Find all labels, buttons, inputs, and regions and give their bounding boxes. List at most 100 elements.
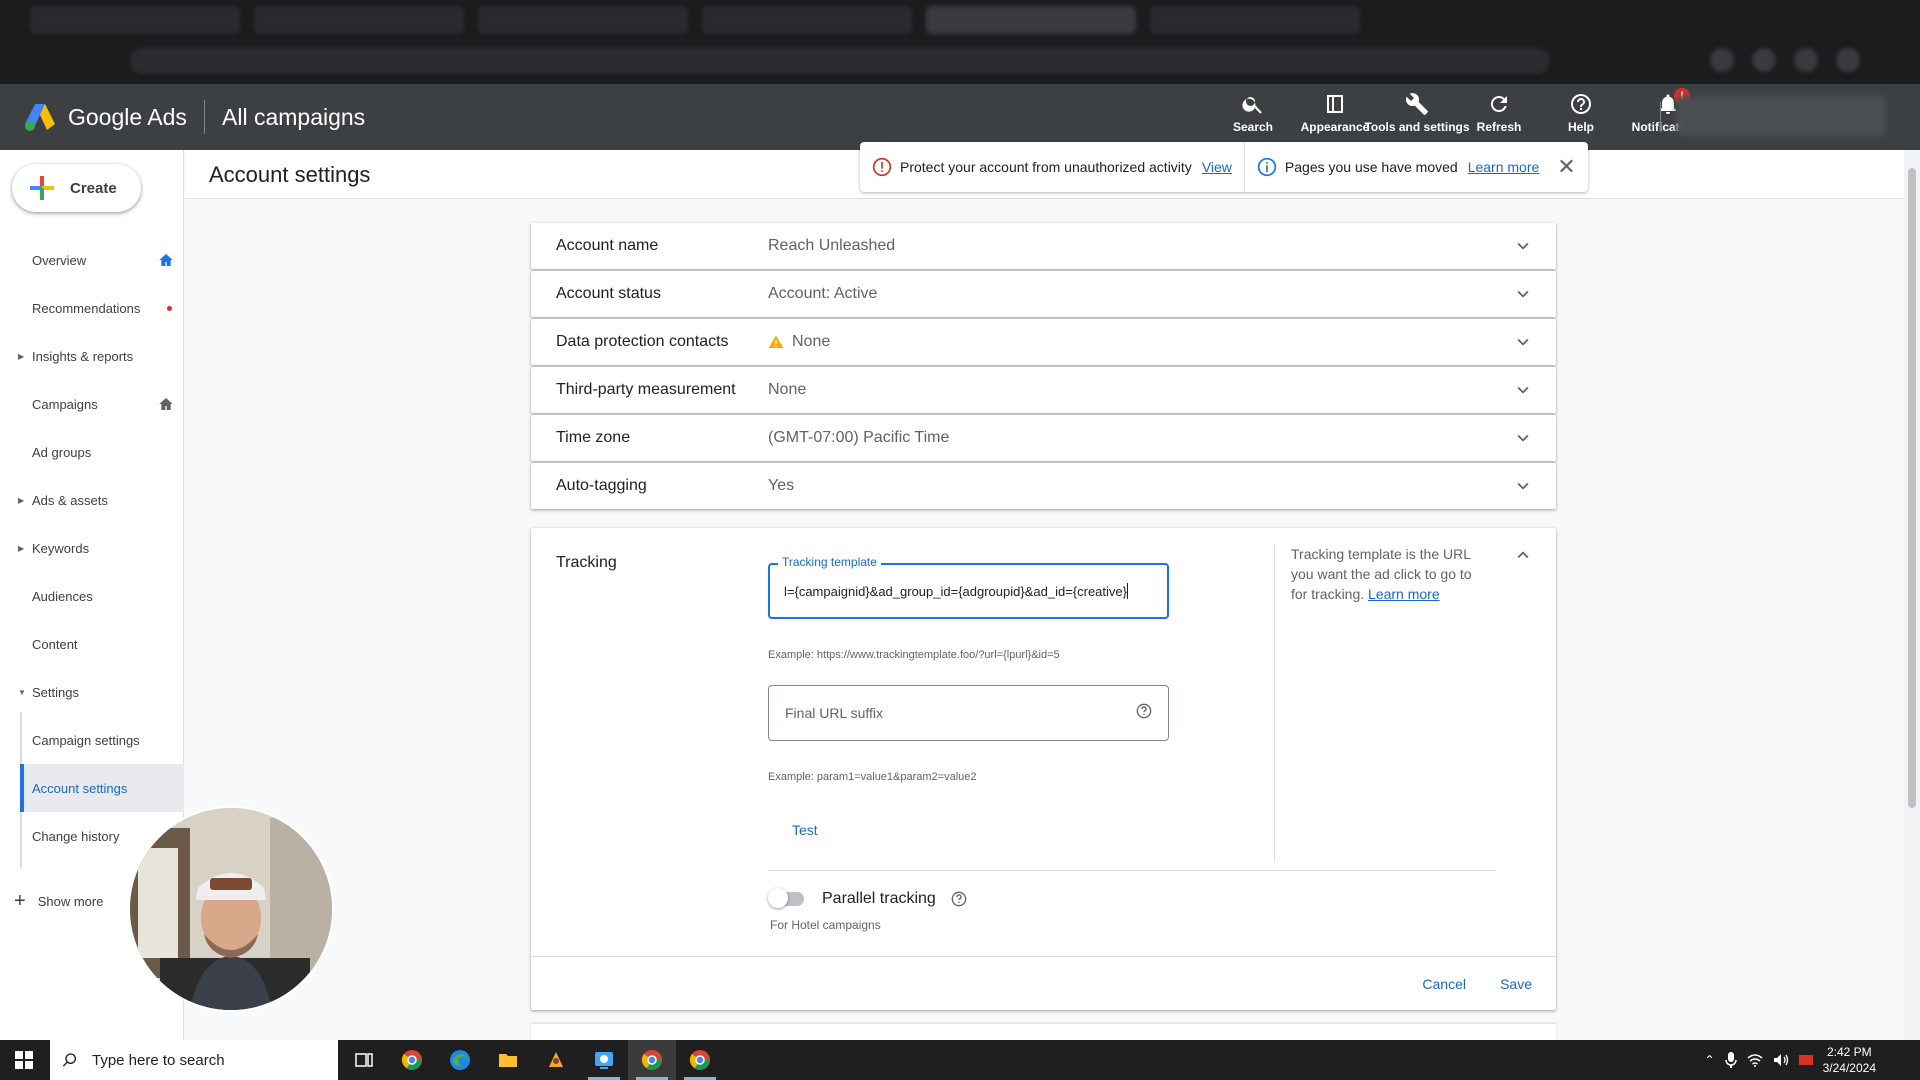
browser-tab[interactable] bbox=[1150, 6, 1360, 34]
tracking-card: Tracking l={campaignid}&ad_group_id={adg… bbox=[531, 528, 1556, 1010]
info-icon bbox=[1257, 157, 1277, 177]
search-button[interactable]: Search bbox=[1212, 92, 1294, 134]
taskbar-edge[interactable] bbox=[436, 1040, 484, 1080]
browser-tab[interactable] bbox=[702, 6, 912, 34]
taskbar-app[interactable] bbox=[532, 1040, 580, 1080]
page-scrollbar[interactable] bbox=[1904, 150, 1920, 1040]
taskbar-clock[interactable]: 2:42 PM 3/24/2024 bbox=[1823, 1044, 1876, 1076]
taskbar-chrome-profile-2[interactable] bbox=[676, 1040, 724, 1080]
sidebar-item-label: Overview bbox=[32, 252, 87, 268]
presenter-image bbox=[130, 808, 332, 1010]
setting-row-data-protection[interactable]: Data protection contacts None bbox=[531, 319, 1556, 365]
text-caret bbox=[1126, 583, 1128, 599]
taskbar-file-explorer[interactable] bbox=[484, 1040, 532, 1080]
extension-icon[interactable] bbox=[1752, 48, 1776, 72]
final-url-suffix-placeholder: Final URL suffix bbox=[785, 705, 884, 721]
recommendations-dot bbox=[167, 305, 172, 311]
close-icon[interactable]: ✕ bbox=[1557, 154, 1575, 180]
chevron-up-icon[interactable] bbox=[1512, 544, 1534, 566]
chevron-down-icon bbox=[1517, 338, 1529, 346]
cancel-button[interactable]: Cancel bbox=[1422, 976, 1466, 992]
sidebar-item-label: Ads & assets bbox=[32, 492, 108, 508]
sidebar-item-campaign-settings[interactable]: Campaign settings bbox=[0, 716, 184, 764]
sidebar-item-label: Settings bbox=[32, 684, 79, 700]
wifi-icon[interactable] bbox=[1747, 1053, 1763, 1067]
start-button[interactable] bbox=[0, 1040, 48, 1080]
page-title: Account settings bbox=[209, 162, 371, 187]
browser-tab[interactable] bbox=[254, 6, 464, 34]
sidebar-item-campaigns[interactable]: Campaigns bbox=[0, 380, 184, 428]
sidebar-item-account-settings[interactable]: Account settings bbox=[20, 764, 184, 812]
sidebar-item-audiences[interactable]: Audiences bbox=[0, 572, 184, 620]
wrench-icon bbox=[1405, 93, 1428, 115]
setting-value: None bbox=[768, 381, 807, 398]
sidebar-item-ads-assets[interactable]: ▶ Ads & assets bbox=[0, 476, 184, 524]
google-ads-logo-icon[interactable] bbox=[24, 102, 56, 132]
browser-tab-active[interactable] bbox=[926, 6, 1136, 34]
parallel-tracking-toggle[interactable] bbox=[768, 888, 806, 908]
profile-icon[interactable] bbox=[1836, 48, 1860, 72]
setting-value: None bbox=[792, 333, 831, 350]
video-app-icon bbox=[595, 1052, 613, 1069]
sidebar-item-ad-groups[interactable]: Ad groups bbox=[0, 428, 184, 476]
tracking-template-input[interactable]: l={campaignid}&ad_group_id={adgroupid}&a… bbox=[768, 563, 1169, 619]
brand-name: Google Ads bbox=[68, 104, 187, 130]
help-button[interactable]: Help bbox=[1540, 92, 1622, 134]
collapse-arrow-icon: ▼ bbox=[18, 687, 26, 697]
sidebar-item-label: Insights & reports bbox=[32, 348, 134, 364]
sidebar-item-overview[interactable]: Overview bbox=[0, 236, 184, 284]
tracking-template-value: l={campaignid}&ad_group_id={adgroupid}&a… bbox=[784, 583, 1127, 599]
browser-tab[interactable] bbox=[30, 6, 240, 34]
task-view-button[interactable] bbox=[340, 1040, 388, 1080]
setting-value-wrap: None bbox=[768, 333, 830, 351]
browser-chrome bbox=[0, 0, 1920, 84]
taskbar-search[interactable]: Type here to search bbox=[50, 1040, 338, 1080]
setting-row-auto-tagging[interactable]: Auto-tagging Yes bbox=[531, 463, 1556, 509]
final-url-suffix-input[interactable]: Final URL suffix bbox=[768, 685, 1169, 741]
microphone-icon[interactable] bbox=[1724, 1052, 1737, 1068]
sidebar-item-recommendations[interactable]: Recommendations bbox=[0, 284, 184, 332]
account-switcher[interactable] bbox=[1676, 96, 1886, 136]
volume-icon[interactable] bbox=[1773, 1053, 1789, 1067]
refresh-button[interactable]: Refresh bbox=[1458, 92, 1540, 134]
chevron-down-icon bbox=[1517, 290, 1529, 298]
extension-icon[interactable] bbox=[1710, 48, 1734, 72]
sidebar-item-insights[interactable]: ▶ Insights & reports bbox=[0, 332, 184, 380]
tray-expand-icon[interactable]: ⌃ bbox=[1705, 1053, 1715, 1067]
taskbar-video-app[interactable] bbox=[580, 1040, 628, 1080]
setting-row-third-party[interactable]: Third-party measurement None bbox=[531, 367, 1556, 413]
show-more-button[interactable]: + Show more bbox=[14, 890, 103, 913]
test-button[interactable]: Test bbox=[786, 818, 824, 842]
scroll-thumb[interactable] bbox=[1908, 168, 1916, 808]
tools-settings-button[interactable]: Tools and settings bbox=[1364, 92, 1470, 134]
warning-icon bbox=[768, 335, 784, 348]
sidebar-item-settings[interactable]: ▼ Settings bbox=[0, 668, 184, 716]
save-button[interactable]: Save bbox=[1500, 976, 1532, 992]
help-icon[interactable] bbox=[951, 891, 967, 907]
create-button[interactable]: Create bbox=[12, 164, 141, 212]
learn-more-link[interactable]: Learn more bbox=[1468, 159, 1540, 175]
view-link[interactable]: View bbox=[1202, 159, 1232, 175]
sidebar-item-label: Content bbox=[32, 636, 78, 652]
sidebar-item-keywords[interactable]: ▶ Keywords bbox=[0, 524, 184, 572]
browser-tab[interactable] bbox=[478, 6, 688, 34]
scope-selector[interactable]: All campaigns bbox=[222, 104, 365, 131]
battery-alert-icon[interactable] bbox=[1798, 1053, 1813, 1067]
help-icon[interactable] bbox=[1136, 703, 1152, 719]
taskbar-chrome-profile-1[interactable] bbox=[628, 1040, 676, 1080]
alert-banner: Protect your account from unauthorized a… bbox=[860, 142, 1588, 192]
header-tools: Search Appearance Tools and settings Ref… bbox=[1212, 88, 1714, 134]
setting-row-account-status[interactable]: Account status Account: Active bbox=[531, 271, 1556, 317]
setting-label: Third-party measurement bbox=[556, 381, 736, 398]
setting-row-time-zone[interactable]: Time zone (GMT-07:00) Pacific Time bbox=[531, 415, 1556, 461]
extension-icon[interactable] bbox=[1794, 48, 1818, 72]
setting-label: Data protection contacts bbox=[556, 333, 729, 350]
sidebar-item-content[interactable]: Content bbox=[0, 620, 184, 668]
setting-row-account-name[interactable]: Account name Reach Unleashed bbox=[531, 223, 1556, 269]
home-icon bbox=[159, 398, 173, 410]
learn-more-link[interactable]: Learn more bbox=[1368, 586, 1440, 602]
clock-date: 3/24/2024 bbox=[1822, 1061, 1876, 1075]
taskbar-chrome[interactable] bbox=[388, 1040, 436, 1080]
clock-time: 2:42 PM bbox=[1826, 1045, 1872, 1059]
address-bar[interactable] bbox=[130, 48, 1550, 74]
